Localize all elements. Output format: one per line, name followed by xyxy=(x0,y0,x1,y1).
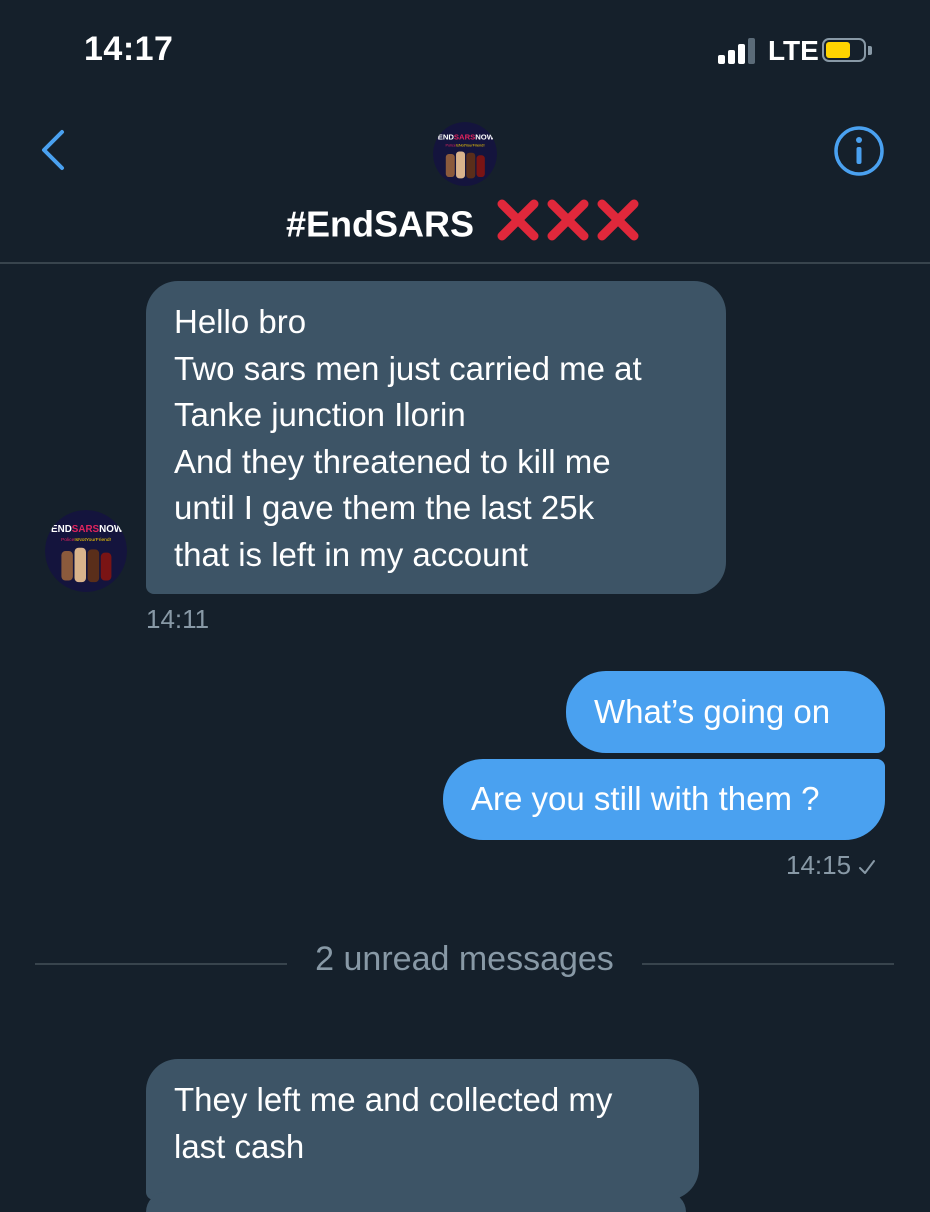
conversation-header: #ENDSARSNOW! PoliceIsNotYourFriend! #End… xyxy=(0,100,930,264)
message-line: last cash xyxy=(174,1127,305,1165)
cellular-signal-icon xyxy=(718,38,762,64)
message-timestamp: 14:15 xyxy=(786,850,852,880)
outgoing-message-bubble[interactable]: What’s going on xyxy=(566,671,885,753)
divider xyxy=(35,963,287,965)
cross-mark-icons xyxy=(497,199,639,241)
message-line: Hello bro xyxy=(174,303,307,340)
checkmark-icon xyxy=(859,860,876,875)
message-line: And they threatened to kill me xyxy=(174,442,611,480)
info-icon xyxy=(834,126,884,176)
incoming-message-bubble[interactable]: Hello bro Two sars men just carried me a… xyxy=(146,281,726,594)
outgoing-message-bubble[interactable]: Are you still with them ? xyxy=(443,759,885,840)
message-line: that is left in my account xyxy=(174,535,528,573)
svg-text:#ENDSARSNOW!: #ENDSARSNOW! xyxy=(46,524,127,535)
conversation-title[interactable]: #EndSARS xyxy=(0,198,930,251)
back-button[interactable] xyxy=(30,122,76,178)
message-text: What’s going on xyxy=(594,693,831,730)
divider xyxy=(642,963,894,965)
svg-text:#ENDSARSNOW!: #ENDSARSNOW! xyxy=(433,132,496,141)
incoming-message-bubble-partial[interactable] xyxy=(146,1192,686,1212)
chevron-left-icon xyxy=(42,130,64,170)
svg-text:PoliceIsNotYourFriend!: PoliceIsNotYourFriend! xyxy=(445,143,484,147)
svg-text:PoliceIsNotYourFriend!: PoliceIsNotYourFriend! xyxy=(61,537,111,543)
status-time: 14:17 xyxy=(84,30,174,68)
message-text: Are you still with them ? xyxy=(471,780,820,817)
unread-messages-label: 2 unread messages xyxy=(315,940,614,978)
network-type: LTE xyxy=(768,35,819,66)
message-line: until I gave them the last 25k xyxy=(174,489,595,526)
message-line: Tanke junction Ilorin xyxy=(174,396,466,433)
incoming-message-bubble[interactable]: They left me and collected my last cash xyxy=(146,1059,699,1200)
message-line: They left me and collected my xyxy=(174,1081,613,1118)
conversation-avatar[interactable]: #ENDSARSNOW! PoliceIsNotYourFriend! xyxy=(433,122,497,186)
sender-avatar[interactable]: #ENDSARSNOW! PoliceIsNotYourFriend! xyxy=(45,510,127,592)
status-bar: 14:17 LTE xyxy=(0,0,930,100)
red-cross-marks xyxy=(494,198,644,251)
info-button[interactable] xyxy=(832,124,886,178)
conversation-name: #EndSARS xyxy=(285,203,475,245)
endsars-avatar-image: #ENDSARSNOW! PoliceIsNotYourFriend! xyxy=(433,122,497,186)
battery-icon xyxy=(822,38,872,64)
message-line: Two sars men just carried me at xyxy=(174,349,642,387)
message-timestamp: 14:11 xyxy=(146,604,210,634)
endsars-avatar-image: #ENDSARSNOW! PoliceIsNotYourFriend! xyxy=(45,510,127,592)
message-status: 14:15 xyxy=(786,850,877,881)
